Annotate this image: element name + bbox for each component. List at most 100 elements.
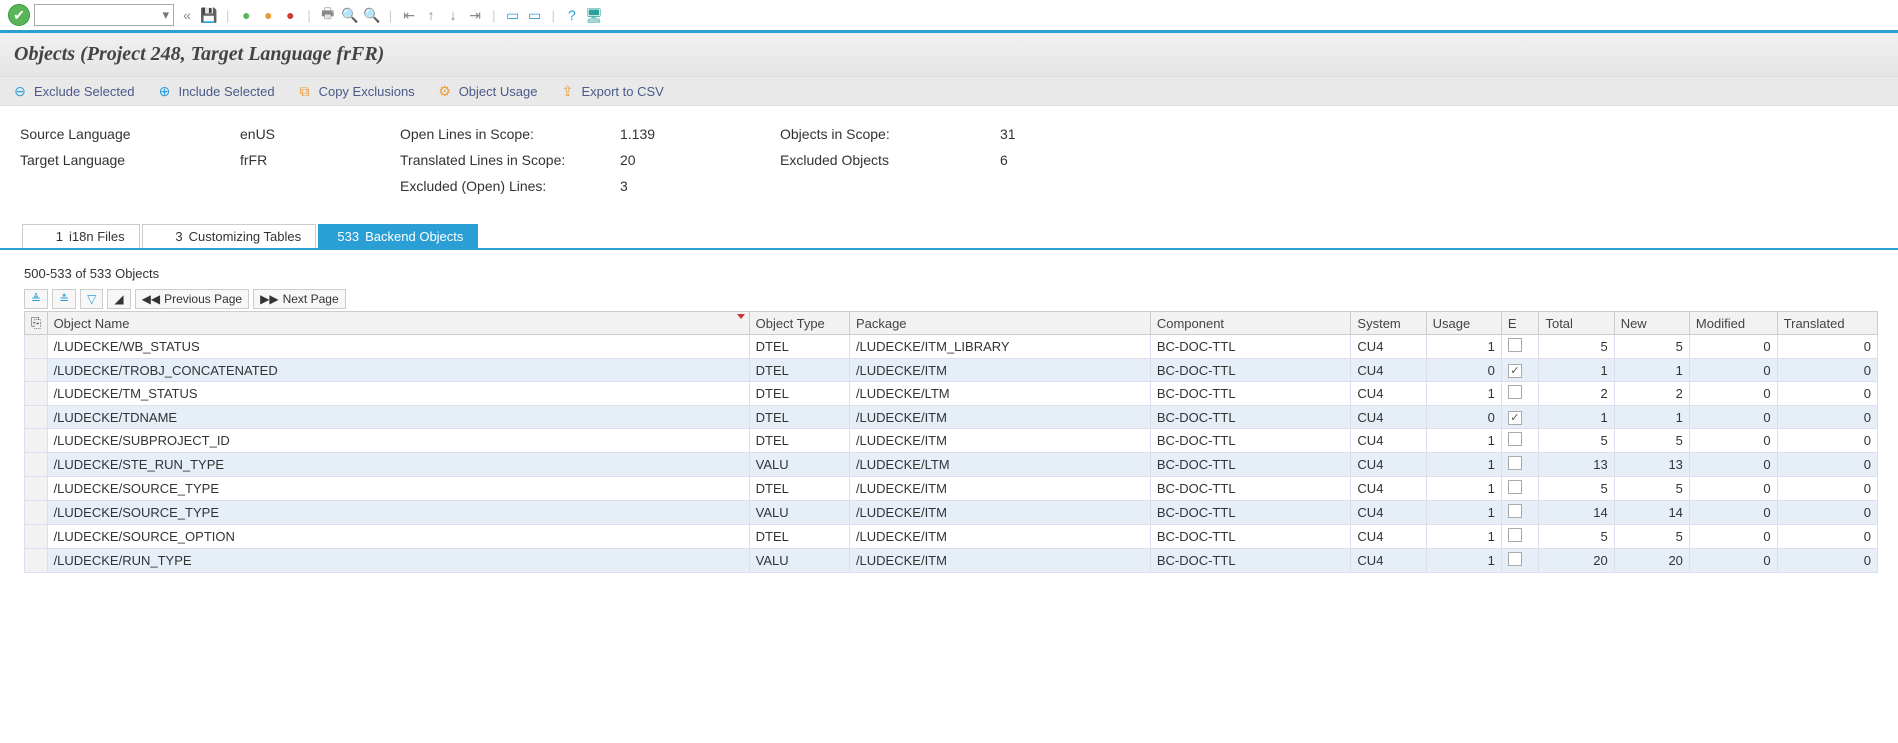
monitor-icon[interactable]: 🖥 [585,6,603,24]
cell-translated: 0 [1777,501,1877,525]
exclude-selected-button[interactable]: ⊖ Exclude Selected [12,83,134,99]
cell-total: 5 [1539,477,1614,501]
cell-e[interactable] [1501,359,1539,382]
cell-name: /LUDECKE/SUBPROJECT_ID [47,429,749,453]
orange-ball-icon[interactable]: ● [259,6,277,24]
sort-desc-icon: ≛ [59,292,69,306]
row-selector[interactable] [25,359,48,382]
cell-modified: 0 [1689,549,1777,573]
col-usage[interactable]: Usage [1426,312,1501,335]
ok-icon[interactable]: ✔ [8,4,30,26]
row-selector[interactable] [25,549,48,573]
col-component[interactable]: Component [1150,312,1351,335]
more-button[interactable]: ◢ [107,289,130,309]
copy-exclusions-button[interactable]: ⧉ Copy Exclusions [297,83,415,99]
row-selector[interactable] [25,335,48,359]
command-field[interactable]: ▾ [34,4,174,26]
cell-modified: 0 [1689,477,1777,501]
table-row[interactable]: /LUDECKE/WB_STATUSDTEL/LUDECKE/ITM_LIBRA… [25,335,1878,359]
tgt-lang-label: Target Language [20,152,240,168]
find-icon[interactable]: 🔍 [341,6,359,24]
col-package[interactable]: Package [849,312,1150,335]
export-csv-button[interactable]: ⇪ Export to CSV [559,83,663,99]
cell-modified: 0 [1689,359,1777,382]
table-row[interactable]: /LUDECKE/SOURCE_TYPEDTEL/LUDECKE/ITMBC-D… [25,477,1878,501]
table-row[interactable]: /LUDECKE/TDNAMEDTEL/LUDECKE/ITMBC-DOC-TT… [25,406,1878,429]
page-first-icon[interactable]: ⇤ [400,6,418,24]
cell-translated: 0 [1777,477,1877,501]
cell-package: /LUDECKE/ITM [849,477,1150,501]
cell-package: /LUDECKE/ITM [849,501,1150,525]
table-row[interactable]: /LUDECKE/STE_RUN_TYPEVALU/LUDECKE/LTMBC-… [25,453,1878,477]
cell-package: /LUDECKE/ITM [849,549,1150,573]
cell-package: /LUDECKE/ITM_LIBRARY [849,335,1150,359]
col-translated[interactable]: Translated [1777,312,1877,335]
help-icon[interactable]: ? [563,6,581,24]
tab-backend-objects[interactable]: 533Backend Objects [318,224,478,248]
row-selector[interactable] [25,429,48,453]
row-selector[interactable] [25,501,48,525]
objs-scope-label: Objects in Scope: [780,126,1000,142]
row-selector[interactable] [25,477,48,501]
save-icon[interactable]: 💾 [200,6,218,24]
row-selector[interactable] [25,406,48,429]
red-ball-icon[interactable]: ● [281,6,299,24]
table-row[interactable]: /LUDECKE/SOURCE_TYPEVALU/LUDECKE/ITMBC-D… [25,501,1878,525]
cell-e[interactable] [1501,549,1539,573]
find-next-icon[interactable]: 🔍 [363,6,381,24]
cell-e[interactable] [1501,429,1539,453]
cell-component: BC-DOC-TTL [1150,477,1351,501]
page-down-icon[interactable]: ↓ [444,6,462,24]
sort-asc-button[interactable]: ≜ [24,289,48,309]
col-object-type[interactable]: Object Type [749,312,849,335]
cell-e[interactable] [1501,453,1539,477]
cell-e[interactable] [1501,382,1539,406]
cell-system: CU4 [1351,525,1426,549]
col-object-name[interactable]: Object Name [47,312,749,335]
table-row[interactable]: /LUDECKE/RUN_TYPEVALU/LUDECKE/ITMBC-DOC-… [25,549,1878,573]
back-icon[interactable]: « [178,6,196,24]
green-ball-icon[interactable]: ● [237,6,255,24]
include-label: Include Selected [178,84,274,99]
table-row[interactable]: /LUDECKE/SOURCE_OPTIONDTEL/LUDECKE/ITMBC… [25,525,1878,549]
cell-e[interactable] [1501,501,1539,525]
excl-lines-label: Excluded (Open) Lines: [400,178,620,194]
cell-e[interactable] [1501,406,1539,429]
tab-customizing-tables[interactable]: 3Customizing Tables [142,224,316,248]
page-up-icon[interactable]: ↑ [422,6,440,24]
row-selector[interactable] [25,382,48,406]
col-system[interactable]: System [1351,312,1426,335]
col-e[interactable]: E [1501,312,1539,335]
table-row[interactable]: /LUDECKE/TROBJ_CONCATENATEDDTEL/LUDECKE/… [25,359,1878,382]
cell-usage: 1 [1426,429,1501,453]
layout-icon[interactable]: ▭ [526,6,544,24]
cell-type: DTEL [749,477,849,501]
cell-e[interactable] [1501,525,1539,549]
include-selected-button[interactable]: ⊕ Include Selected [156,83,274,99]
row-selector-header[interactable]: ⎘ [25,312,48,335]
table-row[interactable]: /LUDECKE/SUBPROJECT_IDDTEL/LUDECKE/ITMBC… [25,429,1878,453]
cell-system: CU4 [1351,501,1426,525]
new-session-icon[interactable]: ▭ [504,6,522,24]
cell-name: /LUDECKE/WB_STATUS [47,335,749,359]
page-last-icon[interactable]: ⇥ [466,6,484,24]
object-usage-button[interactable]: ⚙ Object Usage [437,83,538,99]
tab-i18n-files[interactable]: 1i18n Files [22,224,140,248]
cell-type: DTEL [749,525,849,549]
col-new[interactable]: New [1614,312,1689,335]
row-selector[interactable] [25,453,48,477]
prev-page-button[interactable]: ◀◀Previous Page [135,289,250,309]
next-page-button[interactable]: ▶▶Next Page [253,289,346,309]
col-total[interactable]: Total [1539,312,1614,335]
header-info: Source LanguageenUS Target LanguagefrFR … [0,106,1898,224]
col-modified[interactable]: Modified [1689,312,1777,335]
row-selector[interactable] [25,525,48,549]
print-icon[interactable]: 🖶 [319,6,337,24]
sort-desc-button[interactable]: ≛ [52,289,76,309]
cell-e[interactable] [1501,477,1539,501]
cell-new: 20 [1614,549,1689,573]
filter-button[interactable]: ▽ [80,289,103,309]
table-row[interactable]: /LUDECKE/TM_STATUSDTEL/LUDECKE/LTMBC-DOC… [25,382,1878,406]
cell-e[interactable] [1501,335,1539,359]
checkbox-icon [1508,456,1522,470]
